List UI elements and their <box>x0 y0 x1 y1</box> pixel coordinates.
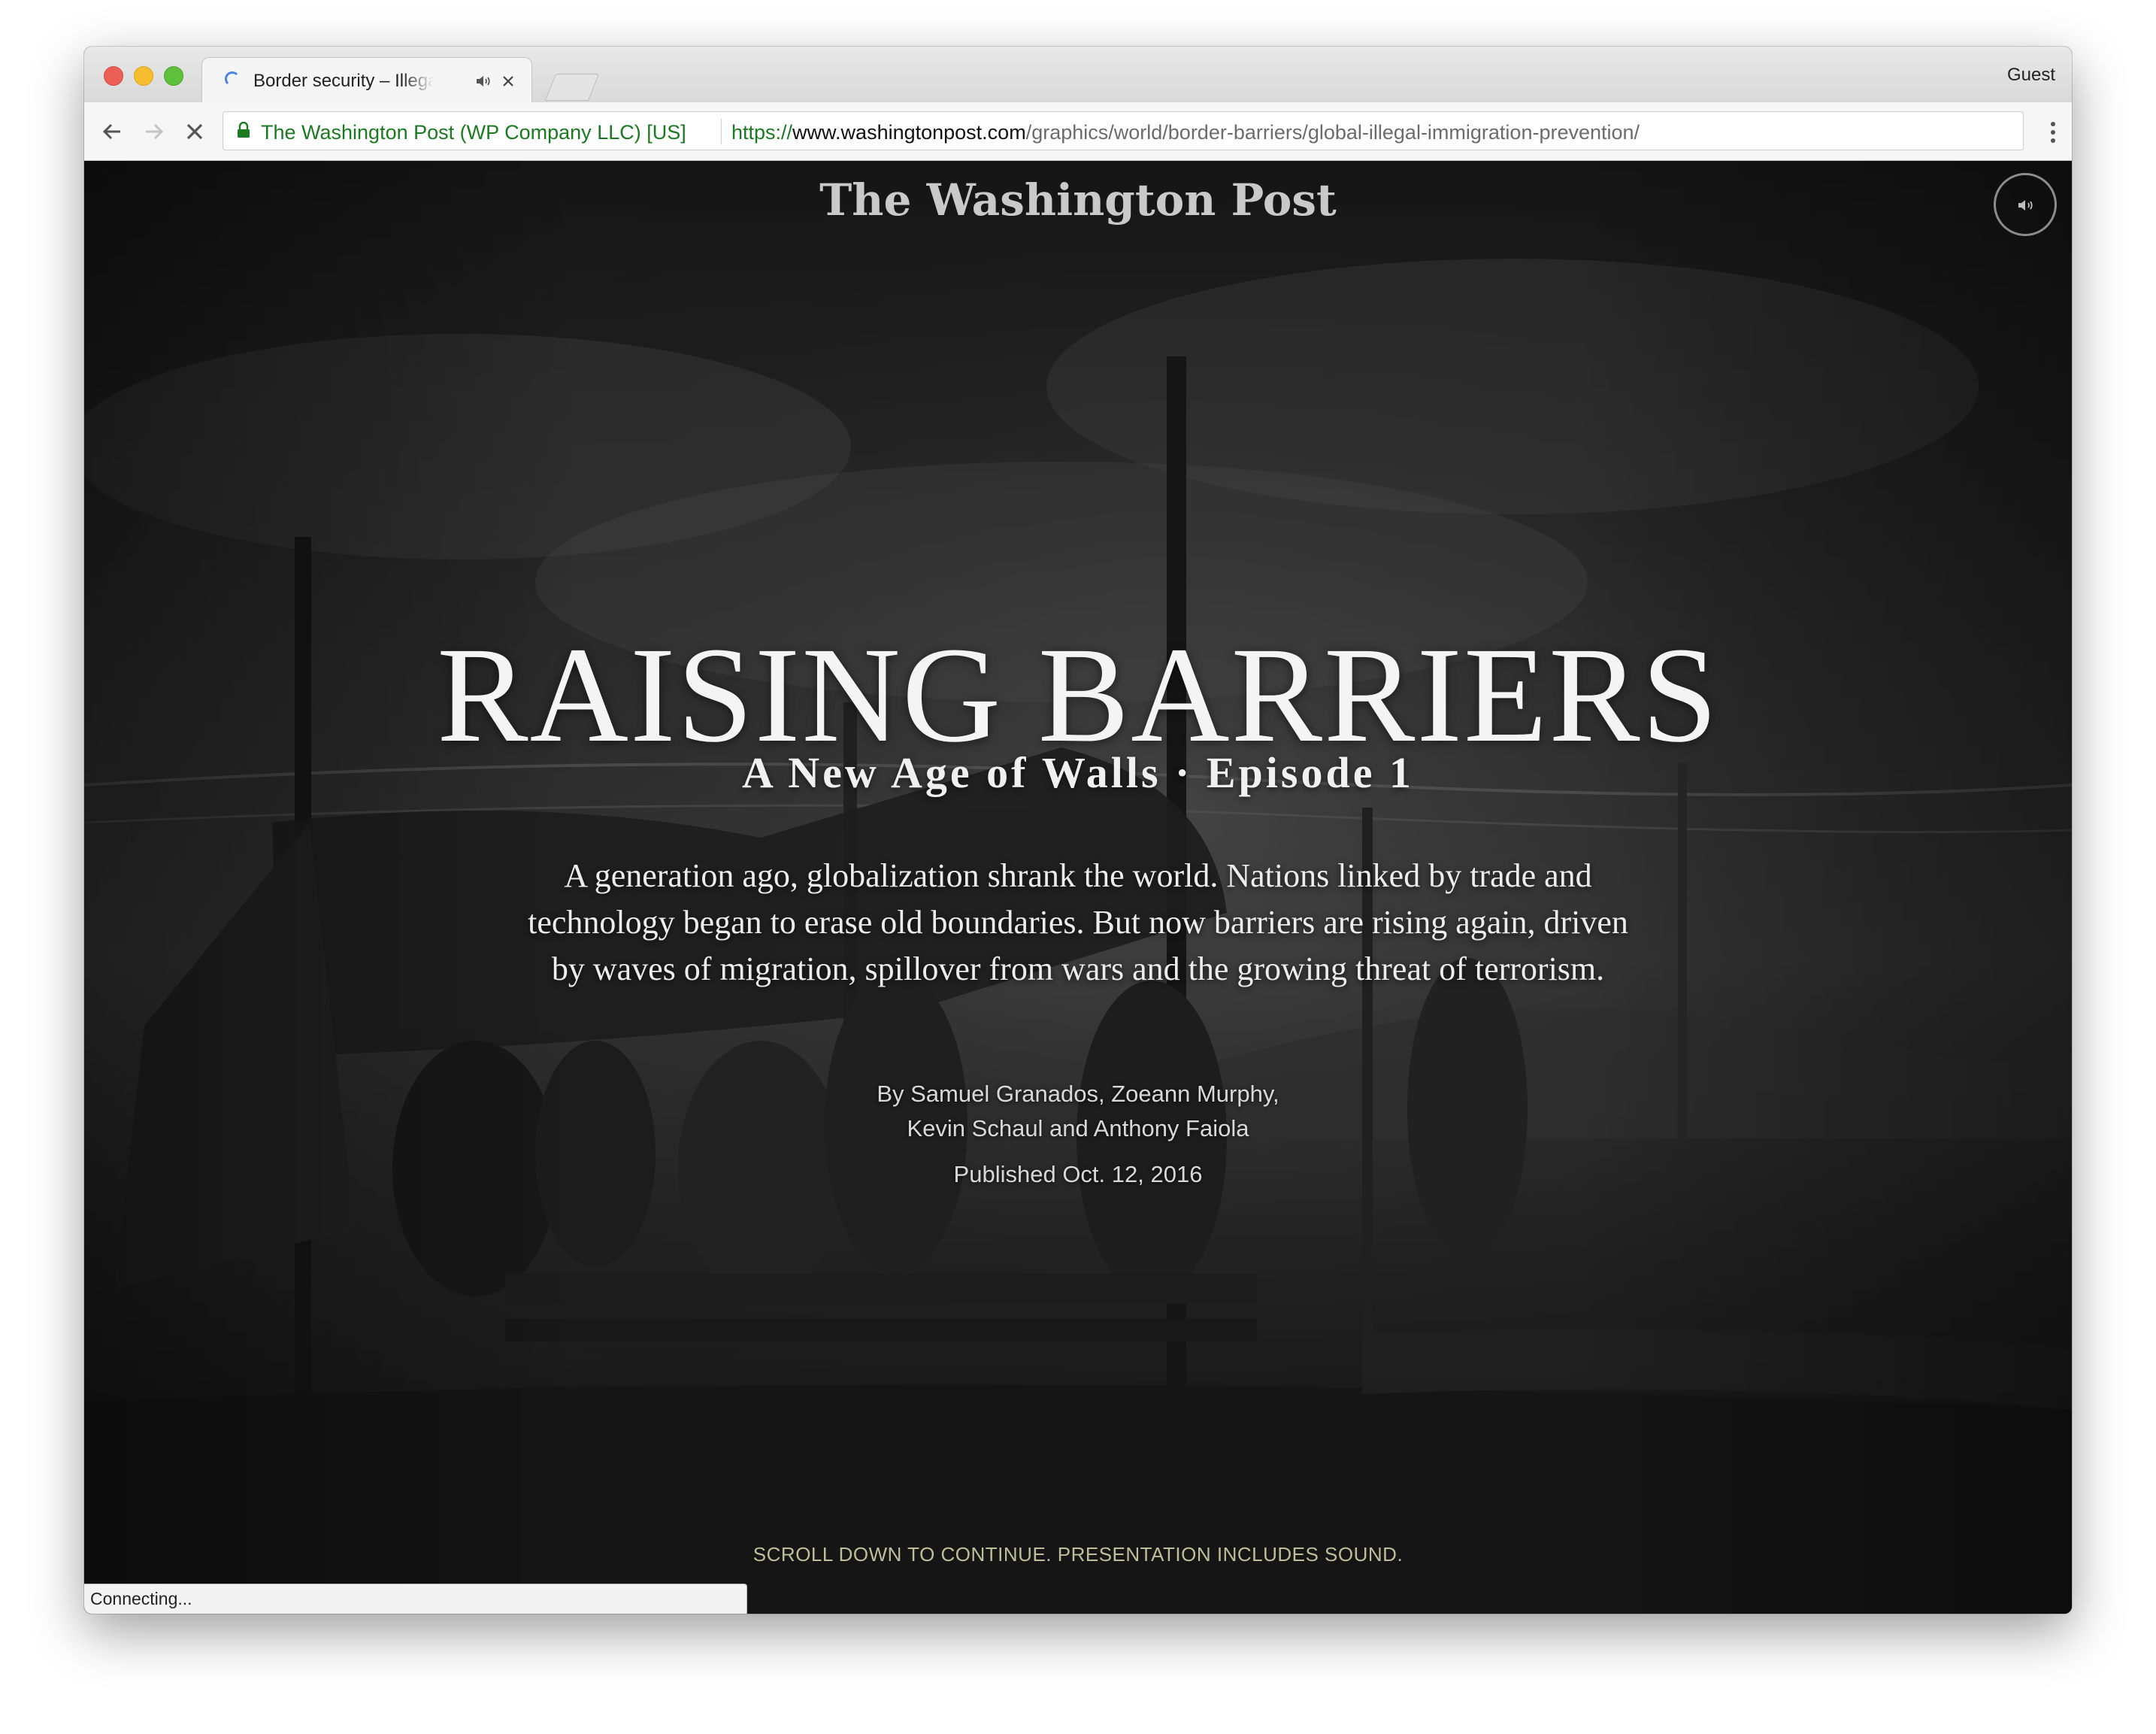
dek-line: by waves of migration, spillover from wa… <box>551 950 1605 987</box>
tab-title: Border security – Illegal immigration pr… <box>253 71 434 91</box>
tab-active[interactable]: Border security – Illegal immigration pr… <box>201 57 532 102</box>
url-text[interactable]: https://www.washingtonpost.com/graphics/… <box>731 121 1640 144</box>
ev-certificate-label[interactable]: The Washington Post (WP Company LLC) [US… <box>261 121 686 144</box>
browser-toolbar: The Washington Post (WP Company LLC) [US… <box>84 102 2072 161</box>
page-viewport: The Washington Post RAISING BARRIERS A N… <box>84 161 2072 1614</box>
article-dek: A generation ago, globalization shrank t… <box>505 853 1651 993</box>
url-scheme: https:// <box>731 121 793 144</box>
loading-spinner-icon <box>225 71 240 86</box>
scroll-hint: SCROLL DOWN TO CONTINUE. PRESENTATION IN… <box>752 1543 1404 1566</box>
byline-line: By Samuel Granados, Zoeann Murphy, <box>877 1081 1279 1107</box>
lock-icon[interactable] <box>237 122 250 138</box>
dek-line: technology began to erase old boundaries… <box>528 904 1628 941</box>
publish-date: Published Oct. 12, 2016 <box>953 1161 1203 1187</box>
stop-loading-icon[interactable] <box>182 119 207 144</box>
volume-icon <box>2018 200 2033 211</box>
status-bar: Connecting... <box>84 1584 747 1614</box>
minimize-window-button[interactable] <box>134 66 153 86</box>
speaker-icon[interactable] <box>476 74 492 88</box>
omnibox-divider <box>721 119 722 144</box>
close-window-button[interactable] <box>104 66 123 86</box>
washington-post-logo[interactable]: The Washington Post <box>84 174 2072 226</box>
episode-subtitle: A New Age of Walls · Episode 1 <box>742 748 1414 797</box>
byline: By Samuel Granados, Zoeann Murphy, Kevin… <box>84 1077 2072 1146</box>
zoom-window-button[interactable] <box>164 66 183 86</box>
address-bar[interactable]: The Washington Post (WP Company LLC) [US… <box>223 111 2024 150</box>
sound-toggle-button[interactable] <box>1994 173 2057 236</box>
close-tab-icon[interactable] <box>501 74 515 88</box>
new-tab-button[interactable] <box>544 74 600 101</box>
tab-strip: Border security – Illegal immigration pr… <box>84 47 2072 102</box>
status-text: Connecting... <box>90 1589 192 1608</box>
page-title: RAISING BARRIERS <box>437 620 1719 771</box>
dek-line: A generation ago, globalization shrank t… <box>564 857 1592 894</box>
url-host: www.washingtonpost.com <box>792 121 1026 144</box>
profile-button[interactable]: Guest <box>2007 65 2055 86</box>
url-path: /graphics/world/border-barriers/global-i… <box>1025 121 1640 144</box>
browser-window: Border security – Illegal immigration pr… <box>84 47 2072 1614</box>
forward-arrow-icon[interactable] <box>141 119 167 144</box>
byline-line: Kevin Schaul and Anthony Faiola <box>907 1115 1249 1141</box>
kebab-menu-icon[interactable] <box>2046 120 2060 144</box>
back-arrow-icon[interactable] <box>99 119 125 144</box>
